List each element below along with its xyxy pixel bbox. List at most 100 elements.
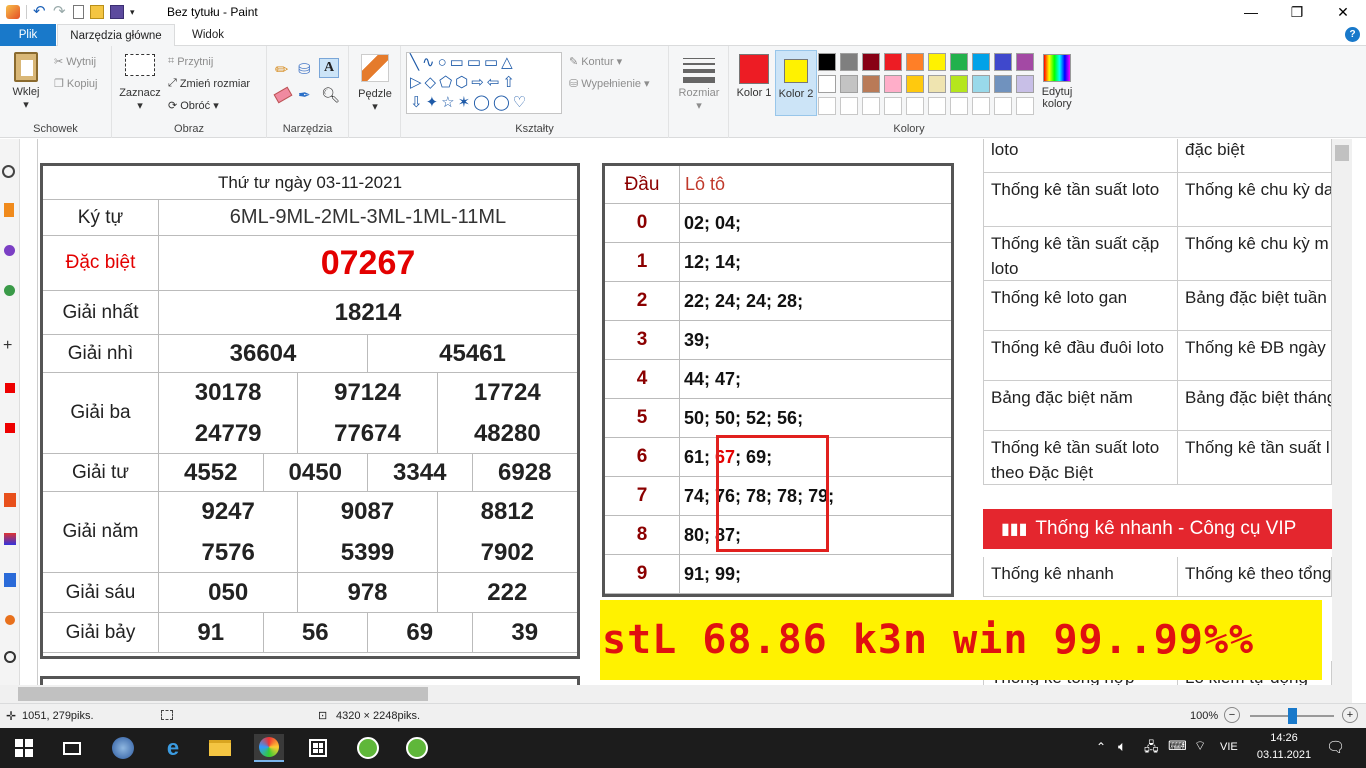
edge-icon[interactable]: e: [158, 734, 188, 762]
palette-swatch-empty[interactable]: [950, 97, 968, 115]
palette-swatch[interactable]: [906, 53, 924, 71]
stat-link[interactable]: Thống kê tần suất loto theo Đặc Biệt: [983, 431, 1178, 485]
size-button[interactable]: Rozmiar ▾: [677, 54, 721, 112]
redo-icon[interactable]: ↷: [53, 4, 67, 19]
help-icon[interactable]: ?: [1345, 27, 1360, 42]
rotate-button[interactable]: ⟳ Obróć ▾: [168, 99, 219, 113]
color2-button[interactable]: Kolor 2: [775, 50, 817, 116]
stat-link[interactable]: Bảng đặc biệt năm: [983, 381, 1178, 431]
save-icon[interactable]: [110, 5, 124, 19]
palette-swatch[interactable]: [1016, 53, 1034, 71]
open-file-icon[interactable]: [90, 5, 104, 19]
palette-swatch-empty[interactable]: [1016, 97, 1034, 115]
palette-swatch[interactable]: [862, 75, 880, 93]
palette-swatch-empty[interactable]: [884, 97, 902, 115]
vip-link[interactable]: Thống kê nhanh: [983, 557, 1178, 597]
pencil-icon[interactable]: ✏: [275, 60, 288, 80]
network-icon[interactable]: 🖧︎: [1144, 738, 1159, 760]
palette-swatch-empty[interactable]: [862, 97, 880, 115]
stat-link[interactable]: Thống kê tần suất loto: [983, 173, 1178, 227]
stat-link[interactable]: Thống kê ĐB ngày: [1178, 331, 1332, 381]
palette-swatch[interactable]: [884, 75, 902, 93]
palette-swatch-empty[interactable]: [994, 97, 1012, 115]
clock-time[interactable]: 14:26: [1256, 732, 1312, 744]
brushes-button[interactable]: Pędzle ▾: [355, 54, 395, 113]
wifi-icon[interactable]: ⌔: [1194, 738, 1206, 754]
color1-button[interactable]: Kolor 1: [733, 50, 775, 116]
line-shape-icon[interactable]: ╲∿○▭▭▭△: [410, 54, 516, 71]
app-green-icon[interactable]: [353, 734, 383, 762]
palette-swatch[interactable]: [840, 53, 858, 71]
palette-swatch[interactable]: [906, 75, 924, 93]
vertical-scrollbar[interactable]: [1332, 139, 1352, 685]
palette-swatch-empty[interactable]: [818, 97, 836, 115]
maximize-button[interactable]: ❐: [1274, 0, 1320, 24]
polygon-shape-icon[interactable]: ▷◇⬠⬡⇨⇦⇧: [410, 74, 518, 91]
star-shape-icon[interactable]: ⇩✦☆✶◯◯♡: [410, 94, 529, 111]
zoom-in-button[interactable]: +: [1342, 707, 1358, 723]
scroll-thumb-h[interactable]: [18, 687, 428, 701]
color-picker-icon[interactable]: ✒: [298, 86, 311, 104]
eraser-icon[interactable]: [273, 86, 293, 104]
cut-button[interactable]: ✂ Wytnij: [54, 55, 96, 69]
app-taskbar-globe-icon[interactable]: [108, 734, 138, 762]
vip-link[interactable]: Thống kê theo tổng: [1178, 557, 1332, 597]
tab-view[interactable]: Widok: [176, 24, 240, 46]
clock-date[interactable]: 03.11.2021: [1256, 749, 1312, 761]
volume-icon[interactable]: 🔈︎: [1118, 738, 1126, 755]
fill-button[interactable]: ⛁ Wypełnienie ▾: [569, 77, 650, 91]
horizontal-scrollbar[interactable]: [0, 685, 1352, 703]
crop-button[interactable]: ⌗ Przytnij: [168, 55, 213, 68]
stat-link[interactable]: Thống kê chu kỳ da loto: [1178, 173, 1332, 227]
palette-swatch[interactable]: [818, 75, 836, 93]
palette-swatch[interactable]: [994, 53, 1012, 71]
stat-link[interactable]: Thống kê tần suất l theo loto: [1178, 431, 1332, 485]
file-explorer-icon[interactable]: [205, 734, 235, 762]
palette-swatch-empty[interactable]: [906, 97, 924, 115]
start-button[interactable]: [9, 734, 39, 762]
store-icon[interactable]: [303, 734, 333, 762]
new-file-icon[interactable]: [73, 5, 84, 19]
task-view-icon[interactable]: [57, 734, 87, 762]
fill-bucket-icon[interactable]: ⛁: [298, 60, 311, 78]
palette-swatch[interactable]: [972, 75, 990, 93]
canvas-area[interactable]: + Thứ tư ngày 03-11-2021 Ký tự 6ML-9ML-2ML…: [0, 139, 1352, 685]
palette-swatch-empty[interactable]: [840, 97, 858, 115]
palette-swatch[interactable]: [994, 75, 1012, 93]
copy-button[interactable]: ❐ Kopiuj: [54, 77, 97, 91]
palette-swatch[interactable]: [950, 75, 968, 93]
palette-swatch[interactable]: [818, 53, 836, 71]
paste-button[interactable]: Wklej ▾: [6, 52, 46, 111]
stat-link[interactable]: Thống kê loto gan: [983, 281, 1178, 331]
zoom-slider-thumb[interactable]: [1288, 708, 1297, 724]
stat-link[interactable]: Thống kê tần suất cặp loto: [983, 227, 1178, 281]
canvas-image[interactable]: + Thứ tư ngày 03-11-2021 Ký tự 6ML-9ML-2ML…: [0, 139, 1332, 685]
shapes-gallery[interactable]: ╲∿○▭▭▭△ ▷◇⬠⬡⇨⇦⇧ ⇩✦☆✶◯◯♡: [406, 52, 562, 114]
stat-link[interactable]: Thống kê đầu đuôi loto: [983, 331, 1178, 381]
palette-swatch-empty[interactable]: [928, 97, 946, 115]
palette-swatch[interactable]: [1016, 75, 1034, 93]
select-button[interactable]: Zaznacz ▾: [118, 54, 162, 112]
palette-swatch-empty[interactable]: [972, 97, 990, 115]
ime-icon[interactable]: ⌨: [1168, 738, 1187, 754]
palette-swatch[interactable]: [862, 53, 880, 71]
language-indicator[interactable]: VIE: [1220, 741, 1238, 753]
edit-colors-button[interactable]: Edytuj kolory: [1035, 54, 1079, 110]
palette-swatch[interactable]: [884, 53, 902, 71]
stat-link[interactable]: Bảng đặc biệt tháng: [1178, 381, 1332, 431]
minimize-button[interactable]: —: [1228, 0, 1274, 24]
stat-link[interactable]: đặc biệt: [1178, 139, 1332, 173]
palette-swatch[interactable]: [928, 75, 946, 93]
palette-swatch[interactable]: [840, 75, 858, 93]
palette-swatch[interactable]: [950, 53, 968, 71]
stat-link[interactable]: loto: [983, 139, 1178, 173]
stat-link[interactable]: Bảng đặc biệt tuần: [1178, 281, 1332, 331]
app-green-icon-2[interactable]: [402, 734, 432, 762]
close-button[interactable]: ✕: [1320, 0, 1366, 24]
tray-chevron-icon[interactable]: ⌃: [1096, 740, 1106, 754]
palette-swatch[interactable]: [928, 53, 946, 71]
text-tool-icon[interactable]: A: [319, 58, 339, 78]
undo-icon[interactable]: ↶: [33, 4, 47, 19]
notifications-icon[interactable]: 🗨︎: [1326, 738, 1345, 756]
tab-home[interactable]: Narzędzia główne: [57, 24, 175, 47]
